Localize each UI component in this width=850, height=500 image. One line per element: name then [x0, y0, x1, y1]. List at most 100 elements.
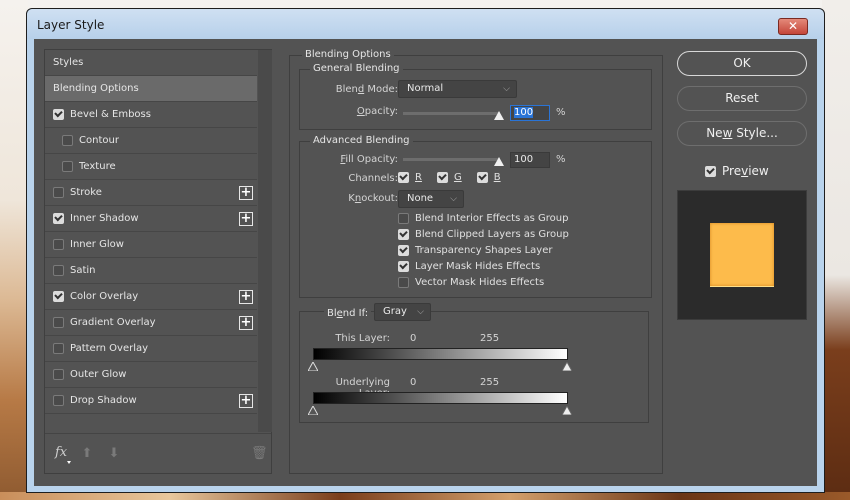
blend-if-select[interactable]: Gray ⌵ — [374, 303, 431, 321]
fill-opacity-input[interactable]: 100 — [510, 152, 550, 168]
option-label: Vector Mask Hides Effects — [415, 277, 545, 288]
opacity-slider-thumb[interactable] — [494, 111, 504, 120]
this-layer-label: This Layer: — [335, 333, 390, 344]
arrow-up-icon[interactable]: ⬆ — [81, 446, 93, 461]
add-effect-plus-icon[interactable]: + — [239, 316, 253, 330]
checkbox-icon — [398, 245, 409, 256]
style-item-label: Satin — [70, 265, 96, 276]
option-label: Blend Interior Effects as Group — [415, 213, 569, 224]
style-item-styles[interactable]: Styles — [45, 50, 257, 76]
checkbox-icon — [398, 277, 409, 288]
underlying-layer-max: 255 — [480, 377, 500, 388]
checkbox-icon[interactable] — [53, 343, 64, 354]
checkbox-icon[interactable] — [62, 135, 73, 146]
style-item-bevel-emboss[interactable]: Bevel & Emboss — [45, 102, 257, 128]
style-item-pattern-overlay[interactable]: Pattern Overlay — [45, 336, 257, 362]
styles-list: Styles Blending Options Bevel & Emboss Cont… — [45, 50, 257, 432]
preview-check-icon — [705, 165, 716, 177]
fill-opacity-slider-track[interactable] — [403, 158, 499, 161]
underlying-layer-white-slider[interactable] — [562, 406, 572, 415]
style-item-label: Drop Shadow — [70, 395, 137, 406]
checkbox-icon — [398, 229, 409, 240]
arrow-down-icon[interactable]: ⬇ — [108, 446, 120, 461]
dialog-title: Layer Style — [37, 18, 105, 32]
add-effect-plus-icon[interactable]: + — [239, 186, 253, 200]
option-transparency-shapes-layer[interactable]: Transparency Shapes Layer — [398, 245, 552, 256]
checkbox-icon[interactable] — [53, 187, 64, 198]
style-item-color-overlay[interactable]: Color Overlay + — [45, 284, 257, 310]
this-layer-white-slider[interactable] — [562, 362, 572, 371]
style-item-outer-glow[interactable]: Outer Glow — [45, 362, 257, 388]
new-style-button[interactable]: New Style... — [677, 121, 807, 146]
channel-label: B — [493, 172, 501, 183]
style-item-label: Inner Shadow — [70, 213, 139, 224]
preview-checkbox[interactable]: Preview — [705, 164, 769, 178]
style-item-drop-shadow[interactable]: Drop Shadow + — [45, 388, 257, 414]
checkbox-icon — [476, 172, 488, 183]
fill-opacity-label: Fill Opacity: — [340, 154, 398, 165]
chevron-down-icon: ⌵ — [450, 194, 457, 204]
close-icon: ✕ — [787, 19, 799, 33]
style-item-inner-glow[interactable]: Inner Glow — [45, 232, 257, 258]
fill-opacity-slider-thumb[interactable] — [494, 157, 504, 166]
channel-label: R — [415, 172, 422, 183]
style-item-blending-options[interactable]: Blending Options — [45, 76, 257, 102]
checkbox-icon[interactable] — [53, 239, 64, 250]
style-item-label: Inner Glow — [70, 239, 124, 250]
close-button[interactable]: ✕ — [778, 18, 808, 35]
style-item-label: Blending Options — [53, 83, 139, 94]
style-item-gradient-overlay[interactable]: Gradient Overlay + — [45, 310, 257, 336]
blend-if-group: Blend If: Gray ⌵ This Layer: 0 255 Under… — [299, 303, 649, 423]
checkbox-icon[interactable] — [53, 369, 64, 380]
general-blending-title: General Blending — [310, 63, 403, 74]
checkbox-icon[interactable] — [53, 213, 64, 224]
general-blending-group: General Blending Blend Mode: Normal ⌵ Op… — [299, 63, 652, 130]
option-label: Blend Clipped Layers as Group — [415, 229, 569, 240]
underlying-layer-black-slider[interactable] — [308, 406, 318, 415]
channel-r-checkbox[interactable]: R — [398, 172, 422, 183]
background-photo-right — [822, 0, 850, 500]
checkbox-icon[interactable] — [53, 291, 64, 302]
style-item-stroke[interactable]: Stroke + — [45, 180, 257, 206]
checkbox-icon[interactable] — [62, 161, 73, 172]
checkbox-icon — [436, 172, 448, 183]
checkbox-icon[interactable] — [53, 109, 64, 120]
option-blend-clipped-layers-as-group[interactable]: Blend Clipped Layers as Group — [398, 229, 569, 240]
preview-label: Preview — [722, 164, 769, 178]
title-bar[interactable]: Layer Style ✕ — [27, 9, 824, 39]
chevron-down-icon: ⌵ — [417, 307, 424, 317]
opacity-input[interactable]: 100 — [510, 105, 550, 121]
option-vector-mask-hides-effects[interactable]: Vector Mask Hides Effects — [398, 277, 544, 288]
opacity-slider-track[interactable] — [403, 112, 499, 115]
advanced-blending-group: Advanced Blending Fill Opacity: 100 % Ch… — [299, 135, 652, 298]
ok-button[interactable]: OK — [677, 51, 807, 76]
add-effect-plus-icon[interactable]: + — [239, 394, 253, 408]
style-item-contour[interactable]: Contour — [45, 128, 257, 154]
option-blend-interior-effects-as-group[interactable]: Blend Interior Effects as Group — [398, 213, 568, 224]
this-layer-black-slider[interactable] — [308, 362, 318, 371]
preview-swatch — [710, 223, 774, 287]
checkbox-icon[interactable] — [53, 317, 64, 328]
channel-g-checkbox[interactable]: G — [436, 172, 462, 183]
add-effect-plus-icon[interactable]: + — [239, 212, 253, 226]
checkbox-icon[interactable] — [53, 395, 64, 406]
option-label: Layer Mask Hides Effects — [415, 261, 541, 272]
reset-button[interactable]: Reset — [677, 86, 807, 111]
channel-b-checkbox[interactable]: B — [476, 172, 501, 183]
styles-scrollbar[interactable] — [258, 50, 272, 432]
trash-icon[interactable]: 🗑 — [251, 446, 268, 461]
style-item-texture[interactable]: Texture — [45, 154, 257, 180]
blend-mode-select[interactable]: Normal ⌵ — [398, 80, 517, 98]
style-item-label: Gradient Overlay — [70, 317, 156, 328]
add-effect-plus-icon[interactable]: + — [239, 290, 253, 304]
knockout-label: Knockout: — [348, 193, 398, 204]
style-item-satin[interactable]: Satin — [45, 258, 257, 284]
knockout-select[interactable]: None ⌵ — [398, 190, 464, 208]
fx-menu-button[interactable]: fx — [55, 445, 67, 460]
option-layer-mask-hides-effects[interactable]: Layer Mask Hides Effects — [398, 261, 540, 272]
checkbox-icon[interactable] — [53, 265, 64, 276]
style-preview — [677, 190, 807, 320]
style-item-inner-shadow[interactable]: Inner Shadow + — [45, 206, 257, 232]
blend-mode-label: Blend Mode: — [335, 84, 398, 95]
fill-opacity-percent: % — [556, 154, 566, 165]
